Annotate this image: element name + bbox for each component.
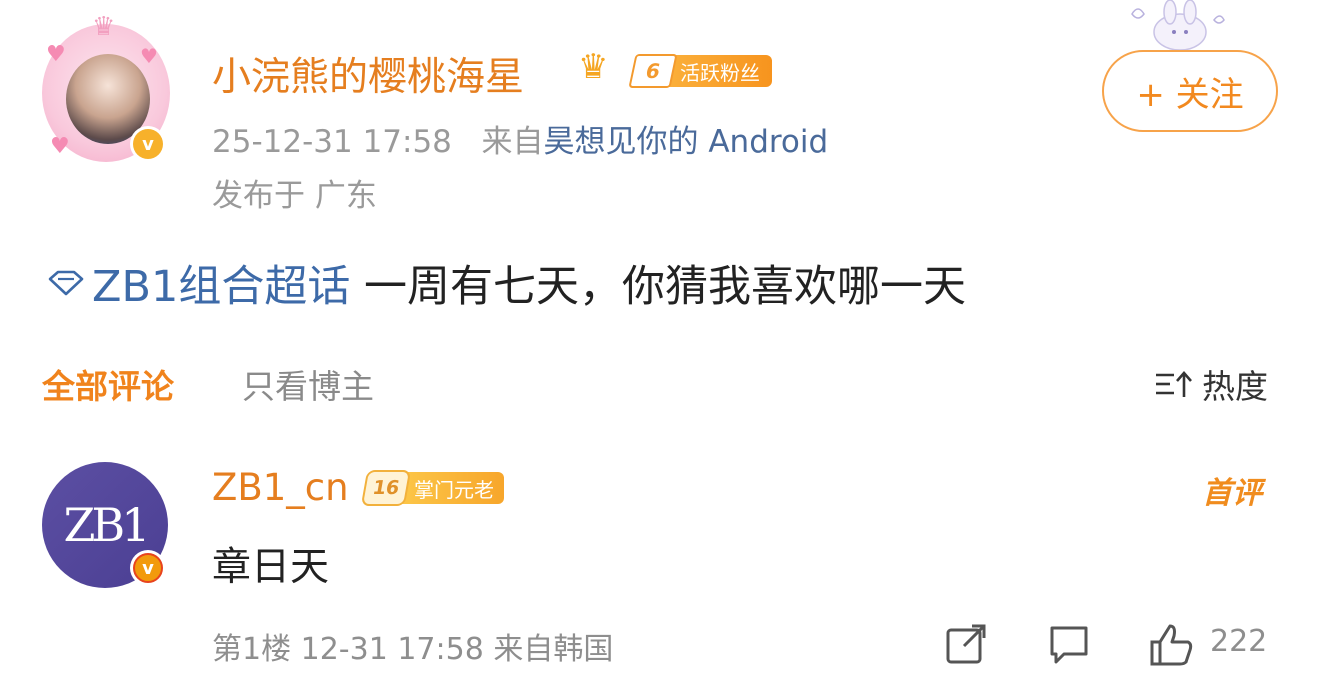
post-location: 发布于 广东 (212, 178, 377, 214)
topic-diamond-icon (48, 270, 84, 296)
like-count: 222 (1210, 624, 1268, 659)
verified-icon: v (130, 126, 166, 162)
elder-badge[interactable]: 16 掌门元老 (360, 470, 504, 506)
like-icon[interactable] (1148, 622, 1204, 668)
heart-decoration-icon: ♥ (46, 42, 66, 67)
sort-label: 热度 (1202, 367, 1268, 406)
post-time: 25-12-31 17:58 (212, 124, 452, 160)
topic-label: ZB1组合超话 (92, 262, 351, 312)
post-source-prefix: 来自 (481, 124, 544, 160)
tab-owner-only[interactable]: 只看博主 (242, 360, 374, 408)
heart-decoration-icon: ♥ (140, 44, 158, 68)
post-author-name[interactable]: 小浣熊的樱桃海星 (212, 46, 524, 102)
crown-decoration-icon: ♛ (92, 12, 116, 42)
verified-icon: v (130, 550, 166, 586)
crown-icon: ♛ (578, 47, 609, 87)
comment-meta: 第1楼 12-31 17:58 来自韩国 (212, 632, 614, 667)
elder-badge-level: 16 (360, 470, 412, 506)
fan-badge[interactable]: 6 活跃粉丝 (628, 54, 772, 88)
post-text: 一周有七天，你猜我喜欢哪一天 (364, 262, 966, 312)
comment-text: 章日天 (212, 545, 330, 590)
comment-author-name[interactable]: ZB1_cn (212, 466, 349, 509)
sort-icon (1156, 371, 1192, 397)
follow-button[interactable]: + 关注 (1102, 50, 1278, 132)
tab-all-comments[interactable]: 全部评论 (42, 360, 174, 408)
fan-badge-label: 活跃粉丝 (666, 55, 772, 87)
elder-badge-label: 掌门元老 (402, 472, 504, 504)
avatar-logo-text: ZB1 (63, 498, 150, 552)
sort-by-heat-button[interactable]: 热度 (1154, 360, 1268, 408)
post-meta: 25-12-31 17:58 来自昊想见你的 Android (212, 116, 828, 161)
first-comment-tag: 首评 (1202, 476, 1262, 511)
heart-decoration-icon: ♥ (50, 134, 70, 159)
topic-link[interactable]: ZB1组合超话 (46, 252, 350, 314)
bunny-decoration-icon (1131, 0, 1225, 50)
comment-icon[interactable] (1046, 622, 1092, 666)
post-content: ZB1组合超话 一周有七天，你猜我喜欢哪一天 (46, 252, 966, 314)
fan-badge-level: 6 (628, 54, 678, 88)
share-icon[interactable] (944, 622, 990, 666)
post-source[interactable]: 昊想见你的 Android (543, 124, 828, 160)
